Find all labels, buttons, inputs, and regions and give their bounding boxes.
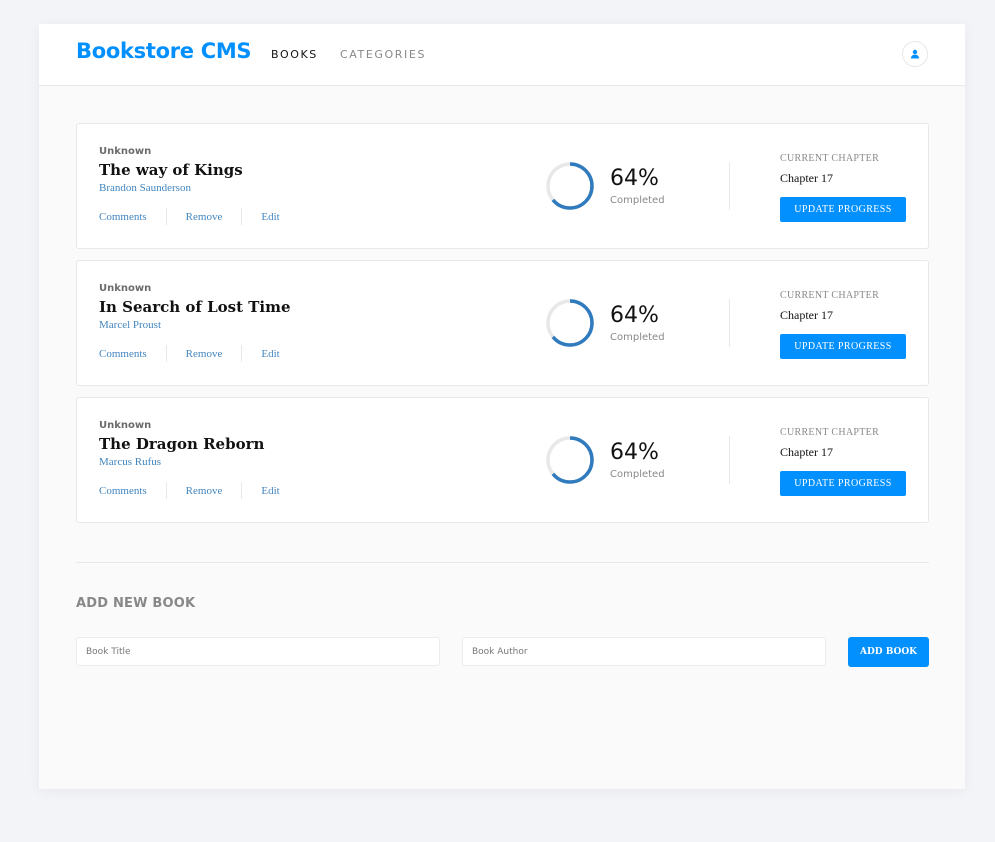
progress-ring: [546, 162, 594, 210]
card-divider: [729, 299, 730, 347]
action-divider: [241, 482, 243, 499]
book-card: Unknown In Search of Lost Time Marcel Pr…: [76, 260, 929, 386]
comments-button[interactable]: Comments: [99, 348, 147, 360]
current-chapter: Chapter 17: [780, 445, 833, 459]
edit-button[interactable]: Edit: [261, 485, 279, 497]
edit-button[interactable]: Edit: [261, 211, 279, 223]
completed-label: Completed: [610, 195, 665, 206]
action-divider: [165, 208, 167, 225]
current-chapter: Chapter 17: [780, 308, 833, 322]
book-author: Brandon Saunderson: [99, 182, 191, 194]
progress-percent: 64%: [610, 440, 659, 465]
remove-button[interactable]: Remove: [186, 485, 223, 497]
add-book-heading: ADD NEW BOOK: [76, 596, 196, 611]
remove-button[interactable]: Remove: [186, 211, 223, 223]
app-header: Bookstore CMS BOOKS CATEGORIES: [39, 24, 965, 86]
action-divider: [165, 345, 167, 362]
card-divider: [729, 162, 730, 210]
completed-label: Completed: [610, 469, 665, 480]
progress-ring: [546, 299, 594, 347]
book-title: The Dragon Reborn: [99, 435, 265, 453]
book-actions: Comments Remove Edit: [99, 482, 280, 499]
progress-percent: 64%: [610, 166, 659, 191]
app-panel: Bookstore CMS BOOKS CATEGORIES Unknown T…: [39, 24, 965, 789]
book-actions: Comments Remove Edit: [99, 345, 280, 362]
book-author-input[interactable]: [462, 637, 826, 666]
card-divider: [729, 436, 730, 484]
remove-button[interactable]: Remove: [186, 348, 223, 360]
action-divider: [241, 345, 243, 362]
current-chapter: Chapter 17: [780, 171, 833, 185]
progress-percent: 64%: [610, 303, 659, 328]
nav-books-link[interactable]: BOOKS: [271, 48, 318, 61]
progress-ring: [546, 436, 594, 484]
book-genre: Unknown: [99, 283, 152, 294]
book-title-input[interactable]: [76, 637, 440, 666]
completed-label: Completed: [610, 332, 665, 343]
book-actions: Comments Remove Edit: [99, 208, 280, 225]
book-author: Marcel Proust: [99, 319, 162, 331]
update-progress-button[interactable]: UPDATE PROGRESS: [780, 334, 906, 359]
update-progress-button[interactable]: UPDATE PROGRESS: [780, 197, 906, 222]
current-chapter-label: CURRENT CHAPTER: [780, 290, 880, 301]
current-chapter-label: CURRENT CHAPTER: [780, 427, 880, 438]
comments-button[interactable]: Comments: [99, 485, 147, 497]
app-logo: Bookstore CMS: [76, 39, 252, 63]
action-divider: [241, 208, 243, 225]
book-title: The way of Kings: [99, 161, 243, 179]
book-author: Marcus Rufus: [99, 456, 162, 468]
book-genre: Unknown: [99, 146, 152, 157]
comments-button[interactable]: Comments: [99, 211, 147, 223]
add-book-button[interactable]: ADD BOOK: [848, 637, 929, 667]
book-card: Unknown The Dragon Reborn Marcus Rufus C…: [76, 397, 929, 523]
form-divider: [76, 562, 929, 563]
user-avatar-button[interactable]: [902, 41, 928, 67]
edit-button[interactable]: Edit: [261, 348, 279, 360]
nav-categories-link[interactable]: CATEGORIES: [340, 48, 426, 61]
current-chapter-label: CURRENT CHAPTER: [780, 153, 880, 164]
update-progress-button[interactable]: UPDATE PROGRESS: [780, 471, 906, 496]
book-genre: Unknown: [99, 420, 152, 431]
book-card: Unknown The way of Kings Brandon Saunder…: [76, 123, 929, 249]
action-divider: [165, 482, 167, 499]
user-icon: [911, 49, 919, 59]
book-title: In Search of Lost Time: [99, 298, 291, 316]
